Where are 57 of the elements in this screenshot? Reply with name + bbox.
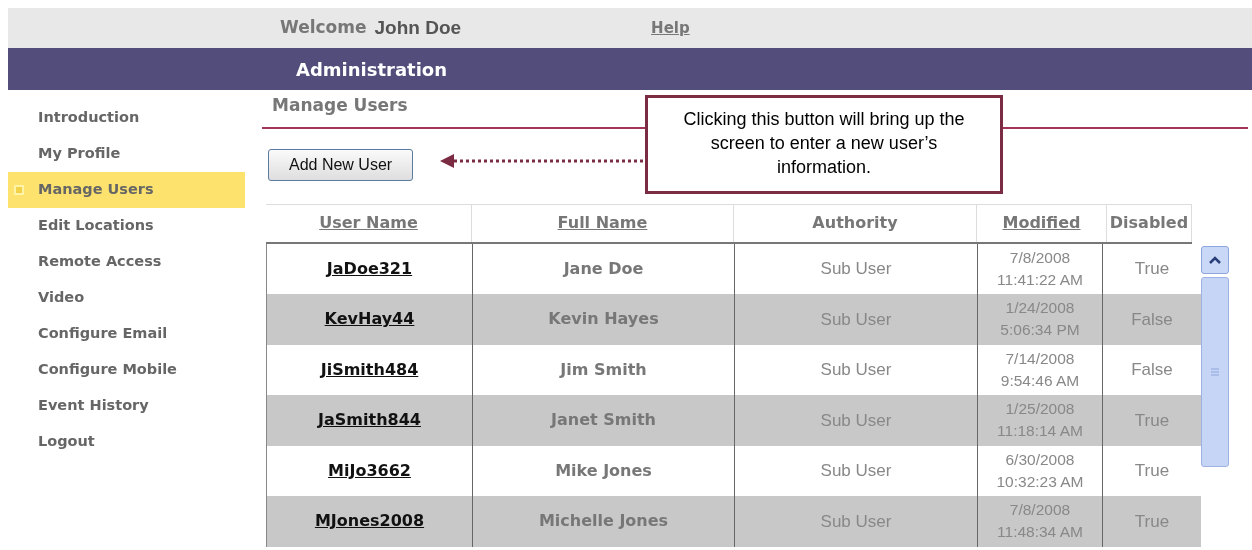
table-cell-text: Sub User xyxy=(820,258,892,280)
welcome-label: Welcome xyxy=(280,16,367,40)
table-cell-text: Jim Smith xyxy=(560,358,647,381)
add-user-button[interactable]: Add New User xyxy=(268,148,414,181)
user-name-link[interactable]: MJones2008 xyxy=(314,509,425,534)
user-name-link[interactable]: JiSmith484 xyxy=(320,357,419,382)
sidebar-item[interactable]: Video xyxy=(8,280,245,316)
sidebar-item[interactable]: Remote Access xyxy=(8,244,245,280)
sidebar-item[interactable]: Edit Locations xyxy=(8,208,245,244)
help-link[interactable]: Help xyxy=(651,16,690,40)
column-header: Disabled xyxy=(1109,212,1189,234)
user-name: John Doe xyxy=(374,15,462,40)
table-cell-text: 1/24/2008 5:06:34 PM xyxy=(1000,298,1080,341)
title-bar: Administration xyxy=(8,48,1252,90)
sidebar-item[interactable]: Configure Mobile xyxy=(8,352,245,388)
table-cell-text: True xyxy=(1134,510,1170,533)
user-name-link[interactable]: JaDoe321 xyxy=(326,256,413,281)
sidebar-item[interactable]: Introduction xyxy=(8,100,245,136)
column-header[interactable]: Modified xyxy=(1002,211,1081,235)
table-cell-text: Jane Doe xyxy=(563,257,644,280)
sidebar-item[interactable]: Event History xyxy=(8,388,245,424)
table-cell-text: Kevin Hayes xyxy=(548,308,659,331)
table-cell-text: False xyxy=(1131,359,1173,381)
table-cell-text: True xyxy=(1134,409,1170,432)
scrollbar-thumb[interactable] xyxy=(1201,276,1229,467)
callout-note: Clicking this button will bring up the screen to enter a new user’s information. xyxy=(645,95,1003,194)
scroll-up-button[interactable] xyxy=(1201,245,1229,274)
user-name-link[interactable]: MiJo3662 xyxy=(328,458,411,483)
table-cell-text: 1/25/2008 11:18:14 AM xyxy=(997,399,1083,442)
table-cell-text: Sub User xyxy=(820,359,892,381)
table-cell-text: 7/8/2008 11:41:22 AM xyxy=(997,247,1083,290)
table-cell-text: False xyxy=(1131,308,1173,331)
table-cell-text: Michelle Jones xyxy=(538,510,669,533)
sidebar-item[interactable]: My Profile xyxy=(8,136,245,172)
sidebar-item[interactable]: Configure Email xyxy=(8,316,245,352)
table-cell-text: Sub User xyxy=(820,510,892,533)
chevron-up-icon xyxy=(1209,255,1221,264)
table-cell-text: 6/30/2008 10:32:23 AM xyxy=(996,449,1084,492)
table-cell-text: True xyxy=(1134,460,1170,482)
table-cell-text: Sub User xyxy=(820,460,892,482)
column-header[interactable]: User Name xyxy=(319,211,418,235)
table-cell-text: Sub User xyxy=(820,409,892,432)
sidebar-item[interactable]: Manage Users xyxy=(8,172,245,208)
column-header: Authority xyxy=(812,212,898,234)
user-name-link[interactable]: JaSmith844 xyxy=(318,408,421,433)
table-cell-text: Sub User xyxy=(820,308,892,331)
column-header[interactable]: Full Name xyxy=(557,211,648,235)
sidebar-item[interactable]: Logout xyxy=(8,424,245,460)
table-cell-text: Mike Jones xyxy=(555,459,652,482)
table-cell-text: True xyxy=(1134,258,1170,280)
page-title: Manage Users xyxy=(272,94,408,117)
table-cell-text: 7/14/2008 9:54:46 AM xyxy=(1000,348,1080,391)
table-cell-text: 7/8/2008 11:48:34 AM xyxy=(997,500,1083,543)
table-cell-text: Janet Smith xyxy=(551,409,656,432)
user-name-link[interactable]: KevHay44 xyxy=(324,307,415,332)
selected-marker-icon xyxy=(14,185,24,195)
grip-icon xyxy=(1211,367,1219,376)
